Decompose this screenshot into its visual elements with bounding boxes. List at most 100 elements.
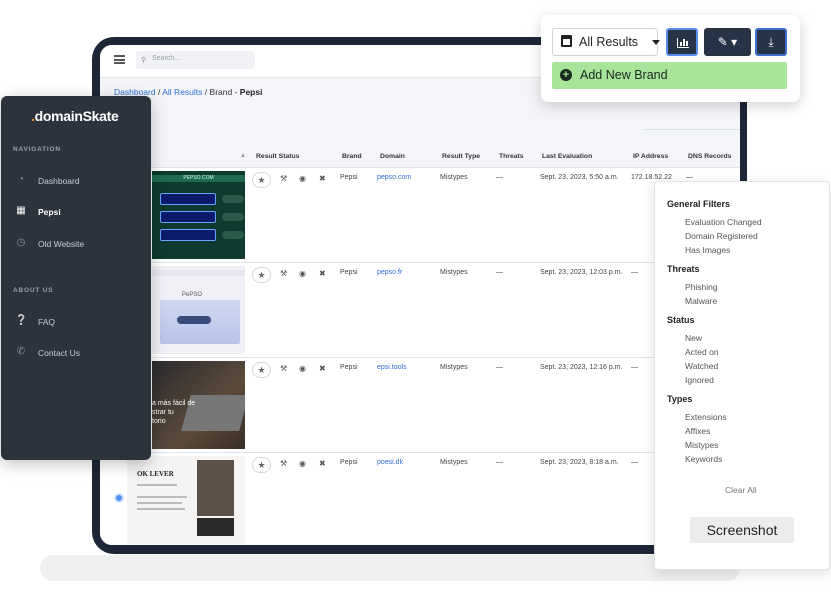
chart-button[interactable]	[666, 28, 698, 56]
filter-evaluation-changed[interactable]: Evaluation Changed	[685, 217, 762, 227]
sidebar-item-old-website[interactable]: ◷ Old Website	[1, 233, 151, 255]
plus-circle-icon: +	[560, 69, 572, 81]
hammer-icon[interactable]: ⚒	[280, 459, 287, 468]
eye-icon[interactable]: ◉	[299, 174, 306, 183]
chevron-down-icon	[652, 40, 660, 45]
hammer-icon[interactable]: ⚒	[280, 269, 287, 278]
cell-type: Mistypes	[440, 459, 468, 466]
cell-domain-link[interactable]: pepso.com	[377, 174, 411, 181]
filter-new[interactable]: New	[685, 333, 702, 343]
cell-last-evaluation: Sept. 23, 2023, 8:18 a.m.	[540, 459, 619, 466]
breadcrumb-all-results-link[interactable]: All Results	[162, 87, 202, 97]
sidebar-item-pepsi[interactable]: ▦ Pepsi	[1, 201, 151, 223]
nav-heading: NAVIGATION	[13, 146, 61, 153]
filter-has-images[interactable]: Has Images	[685, 245, 730, 255]
eye-icon[interactable]: ◉	[299, 269, 306, 278]
close-circle-icon[interactable]: ✖	[319, 459, 326, 468]
building-icon: ▦	[16, 205, 26, 216]
filter-domain-registered[interactable]: Domain Registered	[685, 231, 758, 241]
column-brand[interactable]: Brand	[342, 153, 362, 160]
breadcrumb-brand-name: Pepsi	[239, 87, 263, 97]
column-result-type[interactable]: Result Type	[442, 153, 480, 160]
cell-ip: —	[631, 269, 638, 276]
table-row[interactable]: a más fácil de strar tu torio ★ ⚒ ◉ ✖ Pe…	[100, 357, 740, 452]
cell-threats: —	[496, 174, 503, 181]
filter-affixes[interactable]: Affixes	[685, 426, 710, 436]
pencil-icon: ✎ ▾	[717, 35, 738, 49]
row-actions: ★ ⚒ ◉ ✖	[252, 362, 332, 378]
column-dns-records[interactable]: DNS Records	[688, 153, 731, 160]
toolbar-card: All Results ✎ ▾ ⤓ + Add New Brand	[541, 15, 800, 102]
sidebar: .domainSkate NAVIGATION ◔ Dashboard ▦ Pe…	[1, 96, 151, 460]
edit-dropdown-button[interactable]: ✎ ▾	[704, 28, 751, 56]
table-row[interactable]: PePSO ★ ⚒ ◉ ✖ Pepsi pepso.fr Mistypes — …	[100, 262, 740, 357]
filter-group-title: Threats	[667, 264, 700, 274]
column-last-evaluation[interactable]: Last Evaluation	[542, 153, 592, 160]
filter-keywords[interactable]: Keywords	[685, 454, 722, 464]
bar-chart-icon	[677, 38, 689, 48]
cell-domain-link[interactable]: epsi.tools	[377, 364, 407, 371]
site-screenshot-thumbnail[interactable]: PEPSO.COM	[152, 171, 245, 259]
star-icon[interactable]: ★	[252, 267, 271, 283]
filter-watched[interactable]: Watched	[685, 361, 718, 371]
results-filter-select[interactable]: All Results	[552, 28, 660, 56]
eye-icon[interactable]: ◉	[299, 459, 306, 468]
clear-all-button[interactable]: Clear All	[725, 485, 757, 495]
cell-domain-link[interactable]: pepso.fr	[377, 269, 402, 276]
cell-type: Mistypes	[440, 364, 468, 371]
column-ip-address[interactable]: IP Address	[633, 153, 668, 160]
star-icon[interactable]: ★	[252, 457, 271, 473]
download-button[interactable]: ⤓	[755, 28, 787, 56]
table-row[interactable]: PEPSO.COM ★ ⚒ ◉ ✖ Pepsi pepso.com Mistyp…	[100, 167, 740, 262]
filter-group-title: General Filters	[667, 199, 731, 209]
cell-last-evaluation: Sept. 23, 2023, 5:50 a.m.	[540, 174, 619, 181]
row-actions: ★ ⚒ ◉ ✖	[252, 457, 332, 473]
site-screenshot-thumbnail[interactable]: OK LEVER	[127, 456, 245, 544]
site-screenshot-thumbnail[interactable]: PePSO	[152, 266, 245, 354]
search-input[interactable]: ⚲ Search...	[136, 51, 255, 69]
filter-acted-on[interactable]: Acted on	[685, 347, 719, 357]
row-actions: ★ ⚒ ◉ ✖	[252, 267, 332, 283]
add-new-brand-button[interactable]: + Add New Brand	[552, 62, 787, 89]
star-icon[interactable]: ★	[252, 172, 271, 188]
app-logo[interactable]: .domainSkate	[31, 108, 119, 124]
cell-domain-link[interactable]: poesi.dk	[377, 459, 403, 466]
filter-group-title: Status	[667, 315, 695, 325]
cell-ip: 172.18.52.22	[631, 174, 672, 181]
close-circle-icon[interactable]: ✖	[319, 269, 326, 278]
row-actions: ★ ⚒ ◉ ✖	[252, 172, 332, 188]
hammer-icon[interactable]: ⚒	[280, 174, 287, 183]
filter-ignored[interactable]: Ignored	[685, 375, 714, 385]
eye-icon[interactable]: ◉	[299, 364, 306, 373]
cell-ip: —	[631, 459, 638, 466]
cell-threats: —	[496, 364, 503, 371]
dashboard-gauge-icon: ◔	[17, 174, 25, 185]
sort-arrow-icon[interactable]: ▲	[240, 153, 246, 159]
column-threats[interactable]: Threats	[499, 153, 524, 160]
cell-threats: —	[496, 269, 503, 276]
clock-icon: ◷	[16, 237, 26, 248]
sidebar-item-dashboard[interactable]: ◔ Dashboard	[1, 170, 151, 192]
filter-extensions[interactable]: Extensions	[685, 412, 727, 422]
app-screen: ⚲ Search... Dashboard / All Results / Br…	[100, 45, 740, 545]
filter-malware[interactable]: Malware	[685, 296, 717, 306]
cell-threats: —	[496, 459, 503, 466]
close-circle-icon[interactable]: ✖	[319, 364, 326, 373]
menu-toggle-icon[interactable]	[114, 55, 125, 64]
filter-phishing[interactable]: Phishing	[685, 282, 718, 292]
screenshot-button[interactable]: Screenshot	[690, 517, 794, 543]
star-icon[interactable]: ★	[252, 362, 271, 378]
calendar-icon	[561, 35, 572, 47]
sidebar-item-contact-us[interactable]: ✆ Contact Us	[1, 342, 151, 364]
site-screenshot-thumbnail[interactable]: a más fácil de strar tu torio	[152, 361, 245, 449]
close-circle-icon[interactable]: ✖	[319, 174, 326, 183]
column-result-status[interactable]: Result Status	[256, 153, 299, 160]
sidebar-item-faq[interactable]: ❔ FAQ	[1, 311, 151, 333]
hammer-icon[interactable]: ⚒	[280, 364, 287, 373]
column-domain[interactable]: Domain	[380, 153, 405, 160]
table-row[interactable]: OK LEVER ★ ⚒ ◉ ✖ Pepsi poesi.dk Mistypes…	[100, 452, 740, 545]
row-select-radio[interactable]	[114, 493, 124, 503]
question-circle-icon: ❔	[15, 315, 28, 326]
background-stroke	[40, 555, 740, 581]
filter-mistypes[interactable]: Mistypes	[685, 440, 719, 450]
